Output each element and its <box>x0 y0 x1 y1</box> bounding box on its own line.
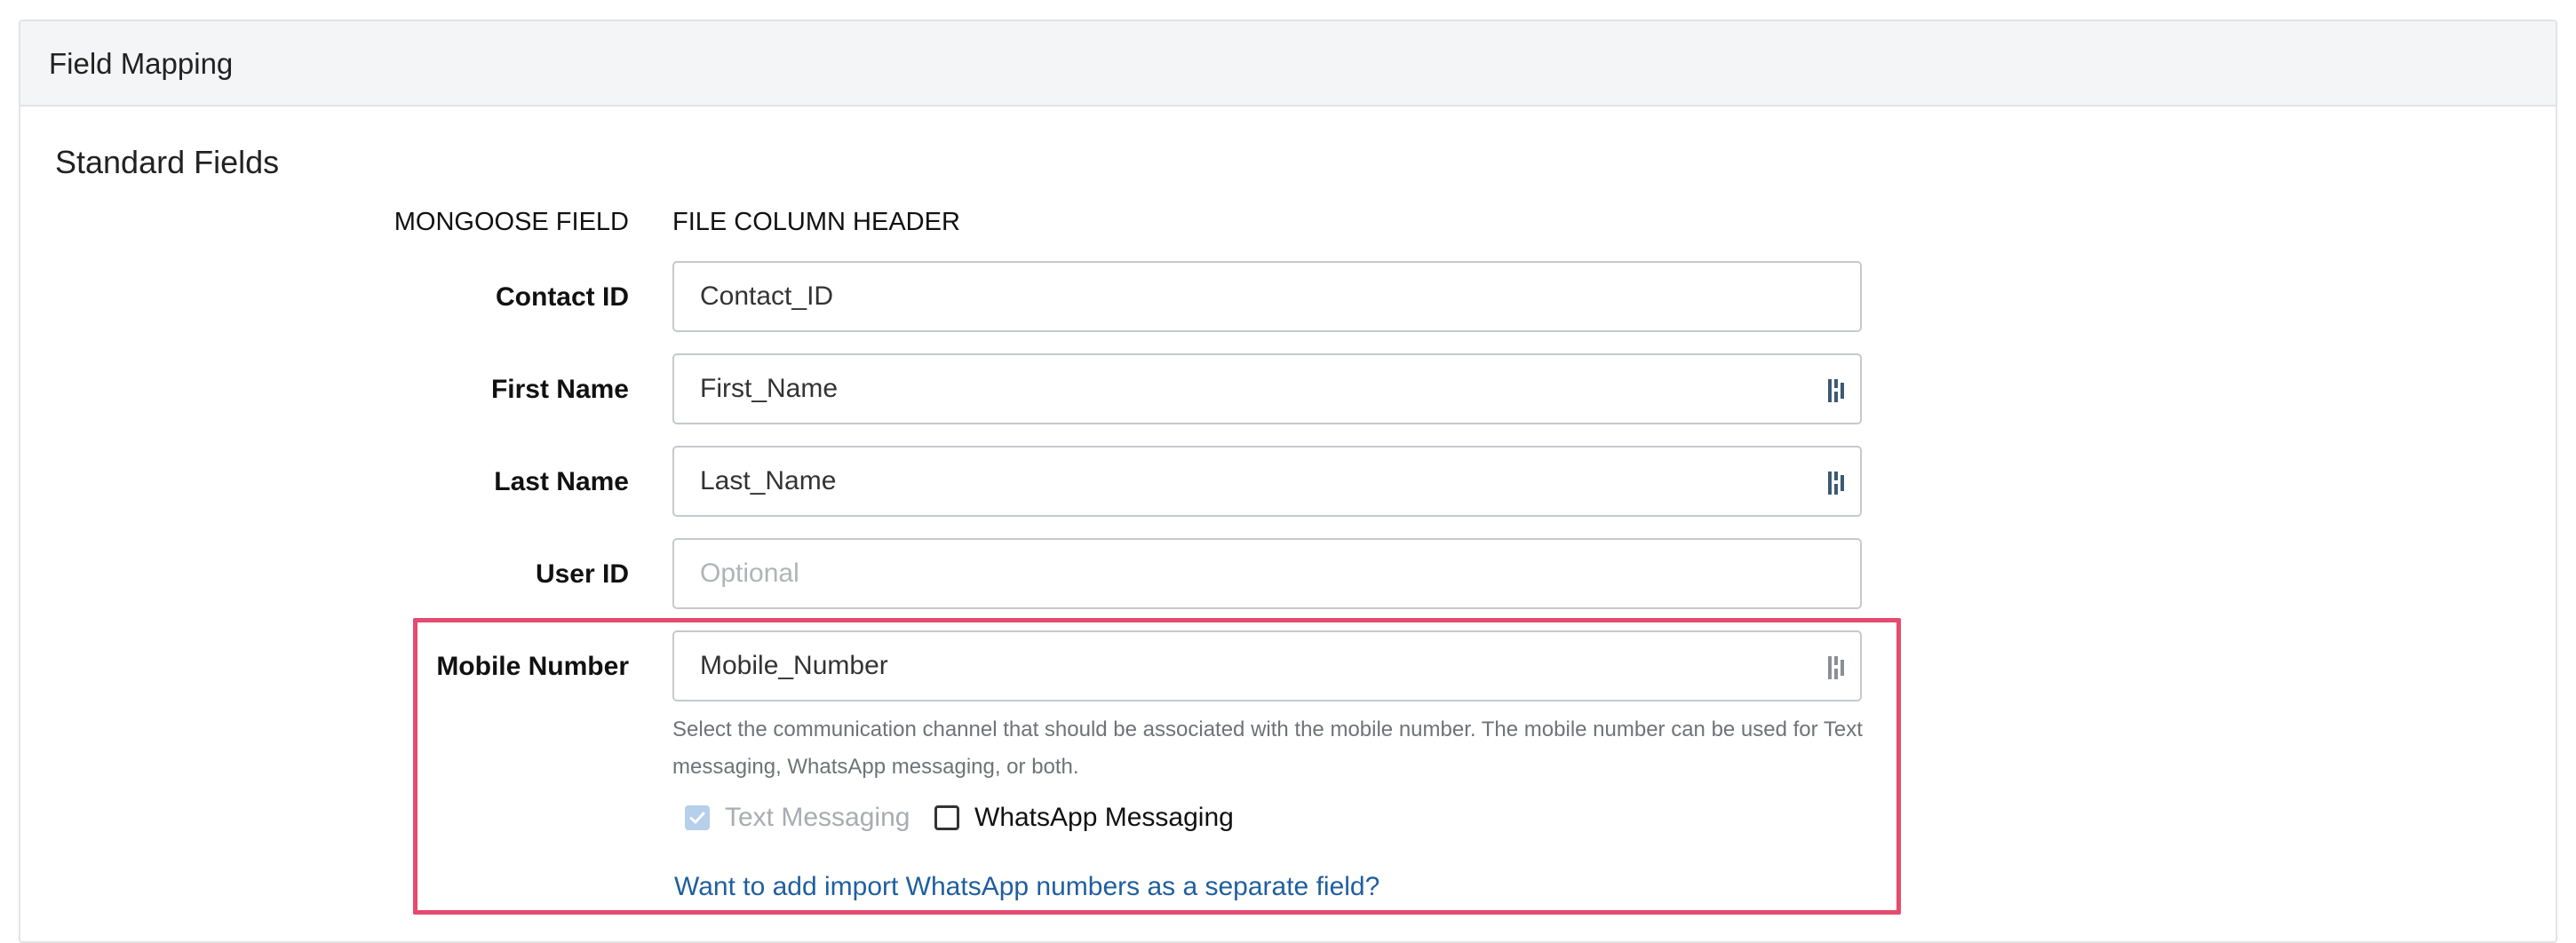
panel-header: Field Mapping <box>20 21 2556 107</box>
contact-id-input[interactable] <box>674 263 1860 330</box>
user-id-input[interactable] <box>674 540 1860 607</box>
text-messaging-checkbox[interactable] <box>685 805 710 830</box>
first-name-field <box>672 353 1862 424</box>
whatsapp-messaging-option: WhatsApp Messaging <box>934 802 1234 834</box>
mobile-channel-help-text: Select the communication channel that sh… <box>672 717 1863 779</box>
section-title: Standard Fields <box>55 144 280 180</box>
column-picker-icon[interactable] <box>1826 469 1848 497</box>
user-id-field <box>672 538 1862 609</box>
last-name-input[interactable] <box>674 448 1860 515</box>
mobile-number-label: Mobile Number <box>436 652 629 681</box>
mobile-number-input[interactable] <box>674 632 1860 700</box>
column-header-mongoose-field: MONGOOSE FIELD <box>394 208 629 236</box>
text-messaging-label: Text Messaging <box>725 803 910 832</box>
column-header-file-column: FILE COLUMN HEADER <box>672 208 960 236</box>
whatsapp-messaging-label: WhatsApp Messaging <box>974 803 1234 832</box>
contact-id-label: Contact ID <box>496 282 629 312</box>
user-id-label: User ID <box>535 559 629 589</box>
first-name-label: First Name <box>490 375 629 404</box>
column-picker-icon[interactable] <box>1826 376 1848 405</box>
column-picker-icon[interactable] <box>1826 654 1848 682</box>
mobile-number-field <box>672 630 1862 701</box>
contact-id-field <box>672 261 1862 332</box>
separate-whatsapp-field-link[interactable]: Want to add import WhatsApp numbers as a… <box>674 869 1379 905</box>
last-name-label: Last Name <box>494 467 629 496</box>
whatsapp-messaging-checkbox[interactable] <box>934 805 959 830</box>
checkmark-icon <box>689 812 705 824</box>
text-messaging-option: Text Messaging <box>685 802 910 834</box>
panel-title: Field Mapping <box>49 47 234 80</box>
first-name-input[interactable] <box>674 355 1860 423</box>
last-name-field <box>672 446 1862 517</box>
